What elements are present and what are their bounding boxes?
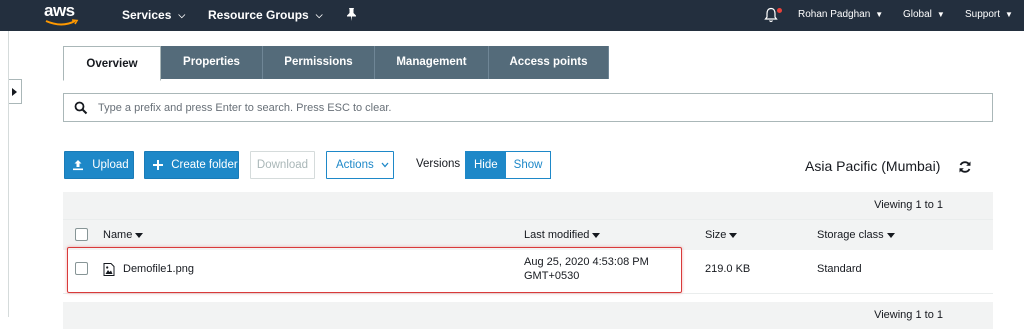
refresh-icon[interactable]: [958, 160, 972, 174]
select-all-checkbox[interactable]: [75, 228, 88, 241]
row-checkbox[interactable]: [75, 262, 88, 275]
chevron-down-icon: ▼: [875, 10, 884, 19]
chevron-down-icon: ▼: [936, 10, 945, 19]
last-modified-date: Aug 25, 2020 4:53:08 PM: [524, 256, 649, 268]
notifications-bell-icon[interactable]: [764, 7, 778, 23]
download-button-label: Download: [256, 159, 309, 171]
upload-button[interactable]: Upload: [64, 151, 134, 179]
support-menu[interactable]: Support ▼: [965, 9, 1013, 20]
tab-permissions[interactable]: Permissions: [263, 46, 375, 79]
storage-class: Standard: [817, 263, 862, 275]
left-sidebar-collapsed: [0, 31, 9, 317]
download-button[interactable]: Download: [250, 151, 315, 179]
chevron-down-icon: [381, 162, 389, 168]
pin-icon[interactable]: [346, 8, 357, 21]
versions-label: Versions: [416, 158, 461, 170]
column-header-size[interactable]: Size: [705, 229, 738, 241]
region-menu[interactable]: Global ▼: [903, 9, 945, 20]
user-menu-label: Rohan Padghan: [798, 9, 871, 20]
resource-groups-menu[interactable]: Resource Groups ⌵: [208, 8, 323, 22]
column-header-last-modified[interactable]: Last modified: [524, 229, 601, 241]
sort-caret-icon: [886, 232, 895, 238]
column-header-size-label: Size: [705, 229, 727, 241]
actions-dropdown-label: Actions: [336, 159, 374, 171]
resource-groups-menu-label: Resource Groups: [208, 8, 309, 22]
column-header-last-modified-label: Last modified: [524, 229, 590, 241]
chevron-down-icon: ⌵: [315, 10, 323, 20]
upload-icon: [73, 159, 83, 171]
column-header-name-label: Name: [103, 229, 133, 241]
sort-caret-icon: [592, 232, 601, 238]
top-navigation-bar: aws Services ⌵ Resource Groups ⌵ Rohan Pad…: [0, 0, 1024, 31]
last-modified-timezone: GMT+0530: [524, 270, 580, 282]
create-folder-button-label: Create folder: [171, 159, 238, 171]
bucket-region: Asia Pacific (Mumbai): [805, 158, 941, 174]
aws-logo-text: aws: [44, 1, 75, 20]
search-box: [63, 93, 993, 122]
sidebar-expand-button[interactable]: [9, 79, 22, 104]
viewing-count-bottom: Viewing 1 to 1: [874, 309, 943, 321]
actions-dropdown[interactable]: Actions: [326, 151, 394, 179]
image-file-icon: [103, 263, 115, 276]
search-icon: [74, 101, 88, 115]
user-menu[interactable]: Rohan Padghan ▼: [798, 9, 883, 20]
tab-access-points[interactable]: Access points: [489, 46, 609, 79]
table-row[interactable]: Demofile1.png Aug 25, 2020 4:53:08 PM GM…: [63, 250, 993, 294]
column-header-storage-class[interactable]: Storage class: [817, 229, 895, 241]
chevron-down-icon: ▼: [1005, 10, 1013, 19]
create-folder-button[interactable]: Create folder: [144, 151, 239, 179]
tab-overview[interactable]: Overview: [63, 46, 161, 81]
column-header-storage-class-label: Storage class: [817, 229, 884, 241]
chevron-down-icon: ⌵: [178, 10, 186, 20]
versions-toggle: Hide Show: [465, 151, 552, 179]
tab-management[interactable]: Management: [375, 46, 489, 79]
sort-caret-icon: [135, 232, 144, 238]
pagination-bar-bottom: Viewing 1 to 1: [63, 302, 993, 329]
aws-smile-icon: [45, 19, 79, 26]
file-size: 219.0 KB: [705, 263, 751, 275]
pagination-bar-top: Viewing 1 to 1: [63, 192, 993, 219]
aws-logo[interactable]: aws: [44, 1, 84, 28]
upload-button-label: Upload: [92, 159, 129, 171]
plus-icon: [153, 159, 163, 170]
services-menu-label: Services: [122, 8, 172, 22]
notification-dot: [777, 8, 782, 13]
caret-right-icon: [12, 88, 17, 96]
versions-hide-button[interactable]: Hide: [466, 152, 506, 178]
services-menu[interactable]: Services ⌵: [122, 8, 185, 22]
viewing-count: Viewing 1 to 1: [874, 199, 943, 211]
table-header: Name Last modified Size Storage class: [63, 219, 993, 250]
file-name-link[interactable]: Demofile1.png: [123, 263, 194, 275]
support-menu-label: Support: [965, 9, 1001, 20]
tab-properties[interactable]: Properties: [161, 46, 263, 79]
sort-caret-icon: [729, 232, 738, 238]
column-header-name[interactable]: Name: [103, 229, 144, 241]
versions-show-button[interactable]: Show: [505, 152, 551, 178]
region-menu-label: Global: [903, 9, 932, 20]
search-input[interactable]: [98, 100, 978, 116]
